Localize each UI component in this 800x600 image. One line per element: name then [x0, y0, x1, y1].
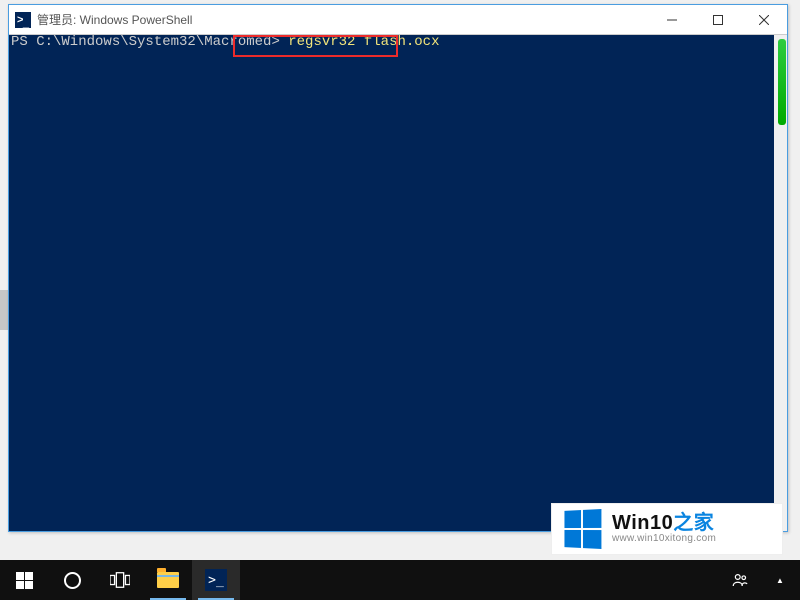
- tray-overflow-button[interactable]: ▲: [760, 560, 800, 600]
- cortana-button[interactable]: [48, 560, 96, 600]
- scrollbar-track[interactable]: [774, 35, 787, 531]
- people-icon: [731, 571, 749, 589]
- file-explorer-icon: [157, 572, 179, 588]
- task-view-button[interactable]: [96, 560, 144, 600]
- powershell-icon: [15, 12, 31, 28]
- powershell-taskbar-button[interactable]: >_: [192, 560, 240, 600]
- people-button[interactable]: [720, 560, 760, 600]
- file-explorer-taskbar-button[interactable]: [144, 560, 192, 600]
- task-view-icon: [110, 572, 130, 588]
- window-title: 管理员: Windows PowerShell: [37, 11, 192, 28]
- start-button[interactable]: [0, 560, 48, 600]
- command-text: regsvr32 flash.ocx: [288, 34, 439, 50]
- window-icon: [9, 12, 37, 28]
- windows-logo-icon: [552, 510, 612, 548]
- prompt-text: PS C:\Windows\System32\Macromed>: [11, 34, 288, 50]
- window-controls: [649, 5, 787, 34]
- terminal[interactable]: PS C:\Windows\System32\Macromed> regsvr3…: [9, 35, 774, 531]
- watermark: Win10之家 www.win10xitong.com: [552, 504, 782, 554]
- terminal-area: PS C:\Windows\System32\Macromed> regsvr3…: [9, 35, 787, 531]
- minimize-button[interactable]: [649, 5, 695, 34]
- cortana-icon: [64, 572, 81, 589]
- windows-start-icon: [16, 572, 33, 589]
- powershell-window: 管理员: Windows PowerShell PS C:\Windows\Sy…: [8, 4, 788, 532]
- watermark-title: Win10之家: [612, 513, 716, 534]
- chevron-up-icon: ▲: [776, 576, 784, 585]
- titlebar[interactable]: 管理员: Windows PowerShell: [9, 5, 787, 35]
- close-button[interactable]: [741, 5, 787, 34]
- scrollbar-thumb[interactable]: [778, 39, 786, 125]
- maximize-button[interactable]: [695, 5, 741, 34]
- system-tray: ▲: [720, 560, 800, 600]
- watermark-text: Win10之家 www.win10xitong.com: [612, 513, 716, 545]
- background-grey-sliver: [0, 290, 8, 330]
- powershell-taskbar-icon: >_: [205, 569, 227, 591]
- watermark-url: www.win10xitong.com: [612, 534, 716, 545]
- taskbar: >_ ▲: [0, 560, 800, 600]
